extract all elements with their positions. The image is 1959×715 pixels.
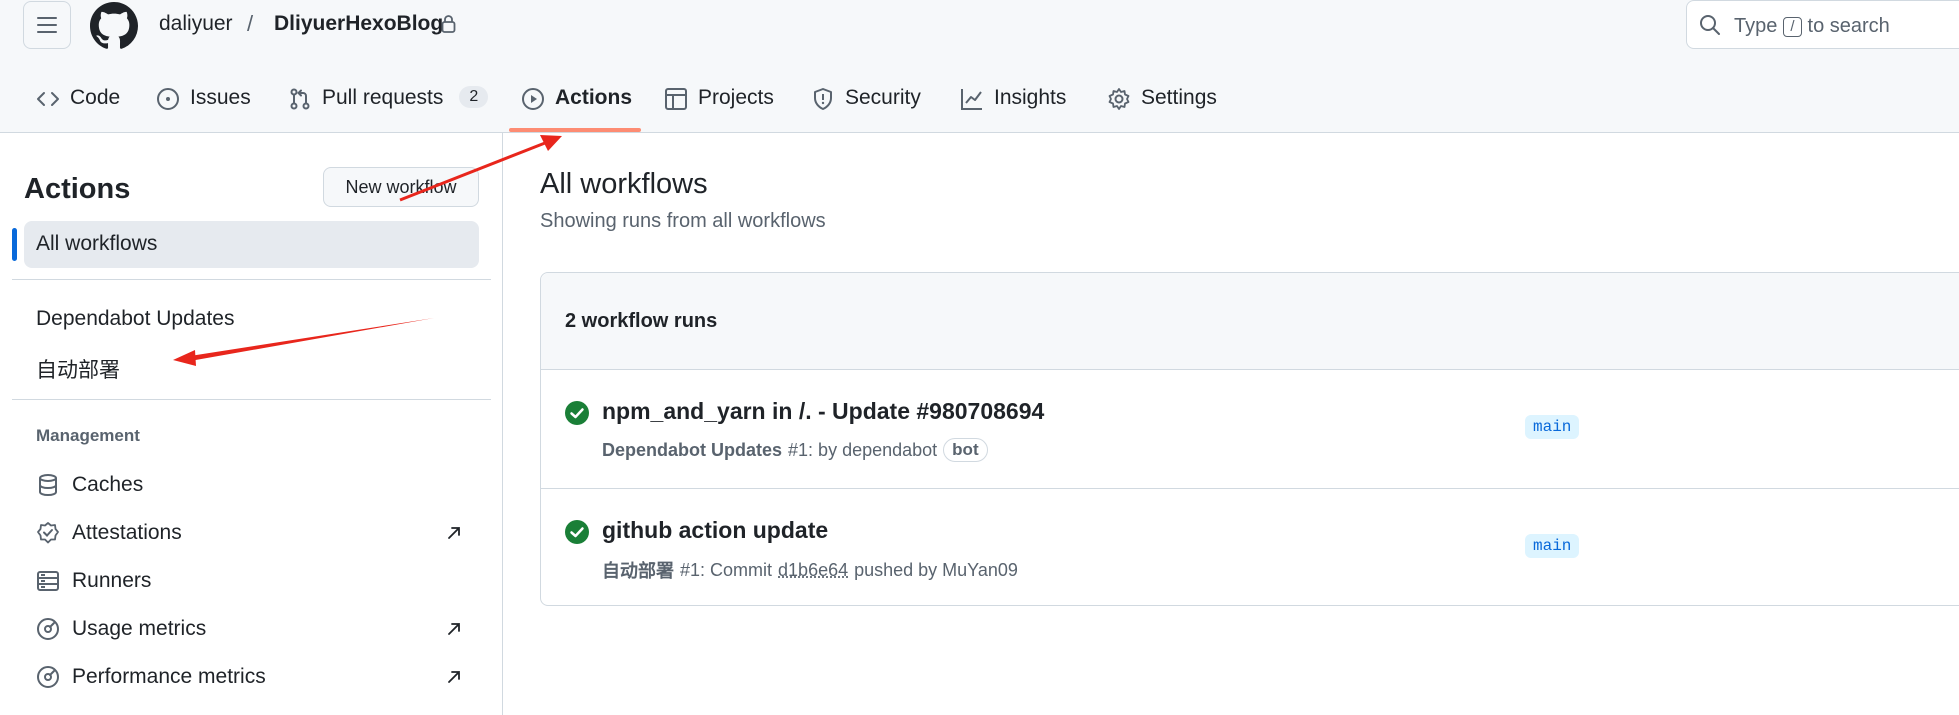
- external-link-icon: [448, 623, 460, 635]
- tab-security-label: Security: [845, 86, 921, 109]
- search-placeholder-before: Type: [1734, 15, 1778, 37]
- selected-tab-indicator: [509, 128, 641, 132]
- tab-issues-label: Issues: [190, 86, 251, 109]
- sidebar-item-runners[interactable]: Runners: [36, 566, 151, 596]
- pull-requests-count-badge: 2: [459, 86, 489, 108]
- sidebar-divider: [12, 399, 491, 400]
- commit-sha-link[interactable]: d1b6e64: [778, 560, 848, 581]
- tab-security[interactable]: Security: [811, 74, 921, 132]
- runners-label: Runners: [72, 569, 152, 592]
- sidebar-title: Actions: [24, 173, 131, 205]
- play-icon: [522, 88, 544, 110]
- sidebar-item-caches[interactable]: Caches: [36, 470, 143, 500]
- success-check-icon: [565, 401, 589, 425]
- success-check-icon: [565, 520, 589, 544]
- actions-sidebar: Actions New workflow All workflows Depen…: [0, 133, 503, 715]
- run-workflow-name: Dependabot Updates: [602, 439, 783, 460]
- tab-issues[interactable]: Issues: [156, 74, 251, 132]
- search-icon: [1700, 15, 1720, 35]
- search-placeholder: Type / to search: [1734, 15, 1890, 38]
- run-meta-text: #1: by dependabot: [788, 439, 938, 460]
- repo-header: daliyuer / DliyuerHexoBlog Type / to sea…: [0, 0, 1959, 133]
- verified-icon: [37, 522, 59, 544]
- server-icon: [37, 571, 59, 591]
- attestations-label: Attestations: [72, 521, 182, 544]
- tab-code[interactable]: Code: [36, 74, 120, 132]
- lock-icon: [441, 15, 456, 33]
- external-link-icon: [448, 527, 460, 539]
- tab-insights[interactable]: Insights: [960, 74, 1066, 132]
- tab-settings[interactable]: Settings: [1107, 74, 1217, 132]
- run-meta-suffix: pushed by MuYan09: [854, 559, 1018, 580]
- run-title-link[interactable]: npm_and_yarn in /. - Update #980708694: [602, 398, 1044, 425]
- runs-list-header: 2 workflow runs: [541, 273, 1959, 370]
- search-shortcut-key: /: [1783, 16, 1802, 37]
- management-heading: Management: [36, 426, 140, 445]
- performance-metrics-label: Performance metrics: [72, 665, 266, 688]
- github-logo-icon[interactable]: [90, 2, 138, 50]
- shield-icon: [814, 88, 832, 110]
- sidebar-item-all-workflows[interactable]: All workflows: [24, 221, 479, 268]
- sidebar-item-dependabot-updates[interactable]: Dependabot Updates: [36, 307, 235, 331]
- branch-label[interactable]: main: [1525, 534, 1580, 558]
- run-meta-prefix: #1: Commit: [680, 559, 773, 580]
- workflow-run-row[interactable]: npm_and_yarn in /. - Update #980708694 D…: [541, 370, 1959, 488]
- usage-metrics-label: Usage metrics: [72, 617, 207, 640]
- run-title-link[interactable]: github action update: [602, 517, 828, 544]
- tab-code-label: Code: [70, 86, 121, 109]
- sidebar-item-usage-metrics[interactable]: Usage metrics: [36, 614, 206, 644]
- run-meta: 自动部署 #1: Commit d1b6e64 pushed by MuYan0…: [602, 557, 1018, 583]
- sidebar-divider: [12, 279, 491, 280]
- external-link-icon: [448, 671, 460, 683]
- page-title: All workflows: [540, 168, 708, 200]
- tab-settings-label: Settings: [1141, 86, 1217, 109]
- repo-name-link[interactable]: DliyuerHexoBlog: [274, 12, 443, 36]
- hamburger-menu-button[interactable]: [23, 1, 71, 49]
- hamburger-icon: [37, 17, 57, 33]
- tab-projects[interactable]: Projects: [664, 74, 774, 132]
- tab-actions[interactable]: Actions: [521, 74, 632, 132]
- workflow-run-row[interactable]: github action update 自动部署 #1: Commit d1b…: [541, 488, 1959, 606]
- tab-pull-requests[interactable]: Pull requests 2: [288, 74, 489, 132]
- sidebar-item-attestations[interactable]: Attestations: [36, 518, 182, 548]
- workflow-runs-list: 2 workflow runs npm_and_yarn in /. - Upd…: [540, 272, 1959, 606]
- tab-pull-requests-label: Pull requests: [322, 86, 444, 109]
- code-icon: [37, 92, 59, 106]
- new-workflow-button[interactable]: New workflow: [323, 167, 479, 207]
- search-placeholder-after: to search: [1807, 15, 1890, 37]
- caches-label: Caches: [72, 473, 144, 496]
- run-meta: Dependabot Updates #1: by dependabot bot: [602, 438, 988, 462]
- table-icon: [665, 88, 687, 110]
- selected-item-indicator: [12, 228, 17, 261]
- sidebar-item-auto-deploy[interactable]: 自动部署: [36, 354, 120, 384]
- run-workflow-name: 自动部署: [602, 561, 674, 581]
- search-input[interactable]: Type / to search: [1686, 0, 1959, 49]
- bot-label-badge: bot: [943, 438, 988, 462]
- repo-owner-link[interactable]: daliyuer: [159, 12, 233, 36]
- tab-insights-label: Insights: [994, 86, 1067, 109]
- database-icon: [39, 474, 57, 497]
- pull-request-icon: [290, 88, 310, 110]
- tab-projects-label: Projects: [698, 86, 774, 109]
- meter-icon: [37, 666, 59, 688]
- graph-icon: [961, 89, 982, 110]
- runs-count: 2 workflow runs: [565, 310, 718, 332]
- page-subtitle: Showing runs from all workflows: [540, 210, 826, 232]
- sidebar-item-performance-metrics[interactable]: Performance metrics: [36, 662, 266, 692]
- issue-icon: [157, 88, 179, 110]
- tab-actions-label: Actions: [555, 86, 633, 109]
- gear-icon: [1108, 88, 1130, 110]
- meter-icon: [37, 618, 59, 640]
- branch-label[interactable]: main: [1525, 415, 1580, 439]
- path-separator: /: [247, 11, 254, 36]
